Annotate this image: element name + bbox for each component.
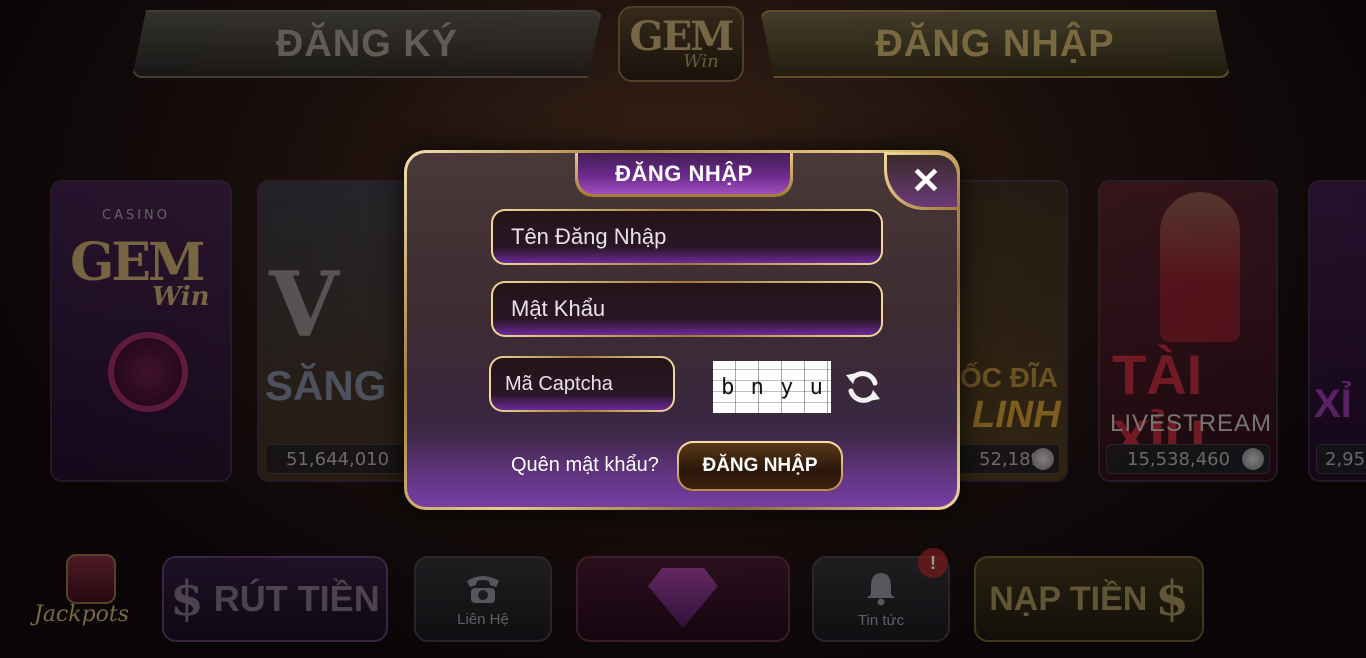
login-dialog-title: ĐĂNG NHẬP: [578, 153, 790, 194]
card-title: XỈ: [1314, 382, 1352, 426]
card-subtitle: SĂNG: [265, 362, 387, 409]
withdraw-button[interactable]: $ RÚT TIỀN: [162, 556, 388, 642]
login-dialog-body: ĐĂNG NHẬP b n y u: [407, 153, 957, 507]
password-input[interactable]: [511, 296, 881, 322]
card-casino-label: CASINO: [102, 208, 171, 223]
captcha-input[interactable]: [505, 372, 673, 396]
contact-button[interactable]: Liên Hệ: [414, 556, 552, 642]
username-field-inner: [493, 211, 881, 263]
deposit-label: NẠP TIỀN: [989, 579, 1148, 618]
register-tab[interactable]: ĐĂNG KÝ: [132, 10, 602, 78]
host-image: [1160, 192, 1240, 342]
captcha-image: b n y u: [713, 361, 831, 413]
game-card-tai-xiu-livestream[interactable]: TÀI XỈU LIVESTREAM 15,538,460: [1098, 180, 1278, 482]
login-dialog-title-plate: ĐĂNG NHẬP: [575, 153, 793, 197]
game-card-casino[interactable]: CASINO GEM Win: [50, 180, 232, 482]
username-input[interactable]: [511, 224, 881, 250]
casino-chip-icon: [108, 332, 188, 412]
withdraw-label: RÚT TIỀN: [213, 578, 380, 619]
password-field-inner: [493, 283, 881, 335]
jackpot-crown-icon: [66, 554, 116, 604]
captcha-field[interactable]: [489, 356, 675, 412]
phone-icon: [467, 575, 499, 603]
login-submit-label: ĐĂNG NHẬP: [679, 443, 841, 489]
news-label: Tin tức: [857, 611, 905, 629]
username-field[interactable]: [491, 209, 883, 265]
card-subtitle: LIVESTREAM: [1110, 410, 1273, 437]
coin-icon: [1032, 448, 1054, 470]
jackpot-value: 51,644,010: [265, 444, 409, 474]
coin-icon: [1242, 448, 1264, 470]
dollar-icon: $: [170, 571, 204, 627]
game-card-partial[interactable]: XỈ 2,958: [1308, 180, 1366, 482]
forgot-password-link[interactable]: Quên mật khẩu?: [511, 454, 659, 477]
gemwin-logo: GEM Win: [618, 6, 744, 82]
dollar-icon: $: [1155, 571, 1189, 627]
game-card-vua-sang[interactable]: V SĂNG 51,644,010: [257, 180, 417, 482]
card-subtitle: LINH: [972, 394, 1061, 436]
captcha-field-inner: [491, 358, 673, 410]
login-tab[interactable]: ĐĂNG NHẬP: [760, 10, 1230, 78]
news-notification-badge: !: [918, 548, 948, 578]
jackpots-label: Jackpots: [34, 602, 130, 627]
captcha-char: b: [721, 374, 735, 400]
diamond-icon: [648, 568, 718, 628]
bell-icon: [867, 572, 895, 605]
logo-win-text: Win: [683, 50, 719, 72]
card-win-logo: Win: [152, 282, 210, 312]
captcha-char: u: [809, 374, 823, 400]
card-title: ỐC ĐĨA: [960, 362, 1058, 393]
captcha-char: y: [780, 374, 794, 400]
deposit-button[interactable]: NẠP TIỀN $: [974, 556, 1204, 642]
diamond-center-button[interactable]: [576, 556, 790, 642]
contact-label: Liên Hệ: [457, 610, 509, 628]
close-icon: ✕: [887, 155, 957, 207]
card-title: V: [269, 252, 339, 358]
game-card-xoc-dia[interactable]: ỐC ĐĨA LINH 52,189: [950, 180, 1068, 482]
jackpots-button[interactable]: Jackpots: [30, 548, 150, 648]
password-field[interactable]: [491, 281, 883, 337]
jackpot-value: 2,958: [1316, 444, 1366, 474]
login-dialog: ĐĂNG NHẬP b n y u: [404, 150, 960, 510]
login-submit-button[interactable]: ĐĂNG NHẬP: [677, 441, 843, 491]
captcha-char: n: [750, 374, 764, 400]
refresh-icon[interactable]: [843, 367, 883, 407]
